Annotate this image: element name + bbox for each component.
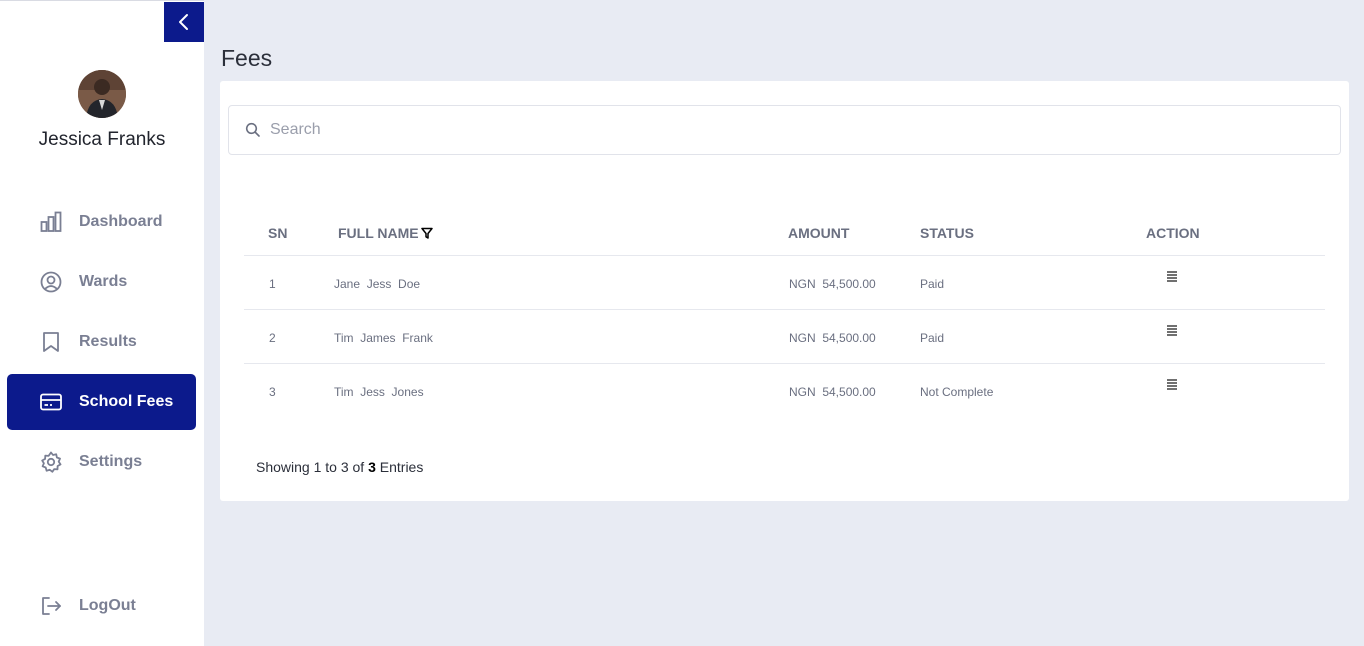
column-header-full-name[interactable]: FULL NAME [338,225,433,241]
pagination-suffix: Entries [375,459,424,475]
credit-card-icon [38,389,64,415]
cell-amount: NGN 54,500.00 [789,277,876,291]
sidebar-item-settings[interactable]: Settings [7,434,196,490]
cell-amount: NGN 54,500.00 [789,385,876,399]
cell-full-name: Jane Jess Doe [334,277,421,291]
table-row: 1 Jane Jess Doe NGN 54,500.00 Paid [244,255,1325,309]
logout-button[interactable]: LogOut [7,578,196,634]
fees-card: SN FULL NAME AMOUNT STATUS ACTION 1 Jane… [220,81,1349,501]
pagination-prefix: Showing 1 to 3 of [256,459,369,475]
table-row: 3 Tim Jess Jones NGN 54,500.00 Not Compl… [244,363,1325,417]
column-header-action: ACTION [1146,225,1200,241]
cell-status: Paid [920,277,945,291]
avatar [78,70,126,118]
details-menu-icon[interactable] [1165,377,1179,393]
cell-full-name: Tim Jess Jones [334,385,424,399]
cell-sn: 3 [269,385,276,399]
sidebar-item-wards[interactable]: Wards [7,254,196,310]
user-name: Jessica Franks [38,129,166,150]
cell-amount: NGN 54,500.00 [789,331,876,345]
sidebar-item-results[interactable]: Results [7,314,196,370]
cell-status: Paid [920,331,945,345]
sidebar-item-label: School Fees [79,393,174,410]
pagination-summary: Showing 1 to 3 of 3 Entries [256,459,423,475]
column-header-amount: AMOUNT [788,225,850,241]
filter-icon[interactable] [420,227,433,239]
search-icon [245,122,261,138]
pagination-total: 3 [368,459,376,475]
cell-sn: 2 [269,331,276,345]
search-bar[interactable] [228,105,1341,155]
logout-icon [38,593,64,619]
sidebar-item-label: Wards [79,273,128,290]
cell-sn: 1 [269,277,276,291]
bookmark-icon [38,329,64,355]
bar-chart-icon [38,209,64,235]
cell-full-name: Tim James Frank [334,331,433,345]
page-title: Fees [221,45,273,71]
logout-label: LogOut [79,597,136,614]
column-header-sn: SN [268,225,288,241]
column-header-label: FULL NAME [338,225,419,241]
sidebar-item-dashboard[interactable]: Dashboard [7,194,196,250]
gear-icon [38,449,64,475]
sidebar-item-label: Results [79,333,137,350]
search-input[interactable] [270,121,1270,139]
sidebar-item-label: Settings [79,453,143,470]
chevron-left-icon [179,14,188,30]
user-circle-icon [38,269,64,295]
cell-status: Not Complete [920,385,994,399]
details-menu-icon[interactable] [1165,323,1179,339]
column-header-status: STATUS [920,225,974,241]
table-row: 2 Tim James Frank NGN 54,500.00 Paid [244,309,1325,363]
collapse-sidebar-button[interactable] [164,2,204,42]
sidebar: Jessica Franks Dashboard Wards Results S… [0,0,204,646]
sidebar-item-school-fees[interactable]: School Fees [7,374,196,430]
details-menu-icon[interactable] [1165,269,1179,285]
sidebar-item-label: Dashboard [79,213,163,230]
